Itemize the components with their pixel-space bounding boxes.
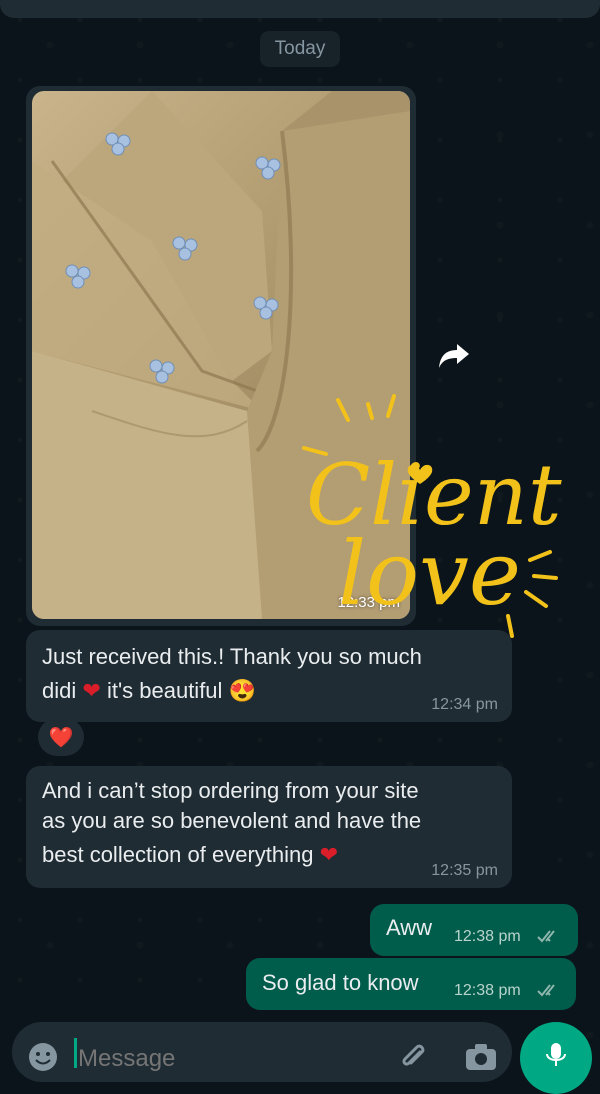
message-text-line: best collection of everything ❤ [42,838,338,871]
message-time: 12:38 pm [454,928,521,945]
message-time: 12:34 pm [431,696,498,713]
mic-icon [546,1043,566,1066]
heart-emoji-icon: ❤ [319,842,339,867]
forward-icon[interactable] [434,338,474,374]
chat-header [0,0,600,18]
emoji-icon[interactable] [26,1040,60,1074]
message-composer [12,1022,512,1082]
incoming-message-bubble[interactable]: And i can’t stop ordering from your site… [26,766,512,888]
sticker-word-love: love [338,522,521,625]
double-check-icon [537,984,555,997]
message-text-line: Just received this.! Thank you so much [42,644,422,669]
mic-button[interactable] [520,1022,592,1094]
attach-icon[interactable] [398,1040,428,1074]
heart-eyes-emoji-icon: 😍 [228,678,256,703]
message-time: 12:38 pm [454,982,521,999]
reaction-heart-icon: ❤️ [48,726,74,749]
message-text-fragment: best collection of everything [42,842,314,867]
message-text-line: as you are so benevolent and have the [42,808,422,833]
heart-emoji-icon: ❤ [82,678,101,703]
message-text: Aww [386,915,433,940]
message-time: 12:35 pm [431,862,498,879]
message-text-fragment: it's beautiful [106,678,223,703]
message-reaction[interactable]: ❤️ [38,718,84,756]
date-divider: Today [260,31,340,67]
message-input[interactable] [76,1038,380,1080]
incoming-message-bubble[interactable]: Just received this.! Thank you so much d… [26,630,512,722]
message-text: So glad to know [262,970,419,995]
outgoing-message-bubble[interactable]: Aww 12:38 pm [370,904,578,956]
outgoing-message-bubble[interactable]: So glad to know 12:38 pm [246,958,576,1010]
camera-icon[interactable] [464,1042,498,1072]
message-text-line: And i can’t stop ordering from your site [42,778,419,803]
double-check-icon [537,930,555,943]
date-divider-label: Today [274,38,326,59]
message-text-fragment: didi [42,678,77,703]
client-love-sticker: Client love [298,392,562,654]
message-text-line: didi ❤ it's beautiful 😍 [42,674,256,707]
